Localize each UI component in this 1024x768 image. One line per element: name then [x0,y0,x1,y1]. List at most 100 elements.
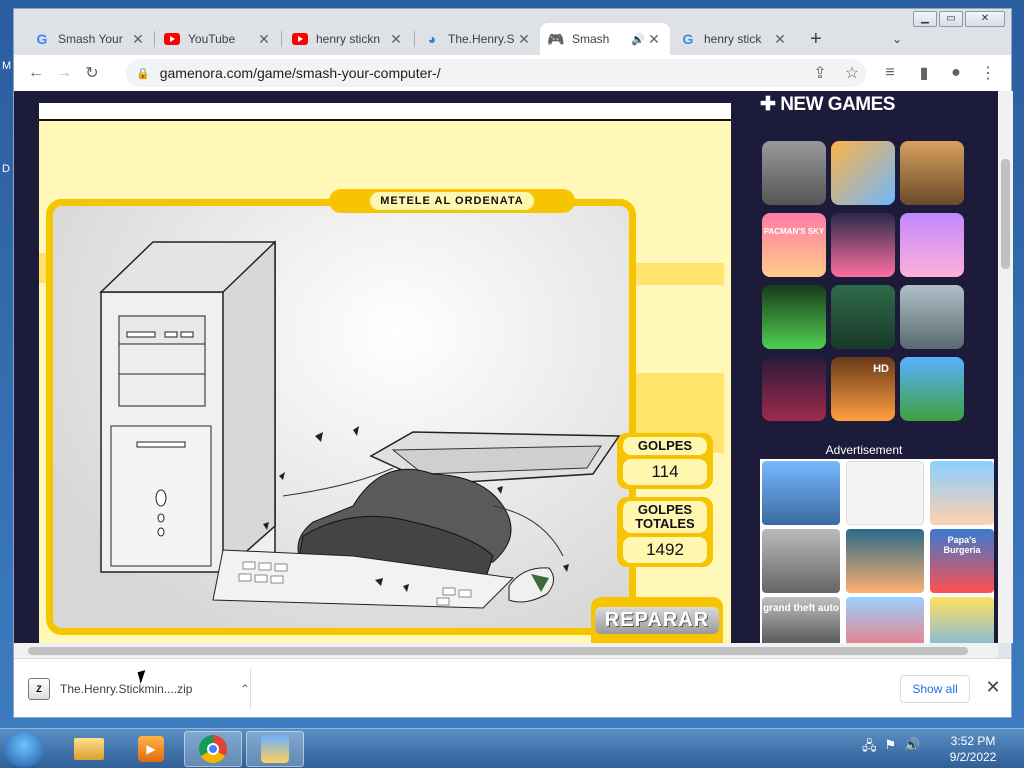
plus-icon: ✚ [760,94,776,115]
ad-tile[interactable] [846,461,924,525]
tab-divider [281,31,282,47]
advertisement-area[interactable]: ▷ Papa's Burgeria grand theft auto [760,459,994,643]
show-all-button[interactable]: Show all [900,675,970,703]
menu-kebab-icon[interactable]: ⋮ [974,59,1002,87]
speaker-icon[interactable]: 🔊 [630,33,646,46]
network-icon[interactable]: 🖧 [862,737,877,759]
flag-icon[interactable]: ⚑ [885,737,897,759]
tab-title: Smash [572,32,610,46]
new-tab-button[interactable]: + [802,23,830,55]
tab-henry-stick-google[interactable]: G henry stick ✕ [672,23,796,55]
tab-close-icon[interactable]: ✕ [646,31,662,48]
close-download-bar-icon[interactable]: ✕ [982,677,1004,699]
ad-tile[interactable] [762,529,840,593]
profile-avatar-icon[interactable]: ● [942,59,970,87]
tab-henry-stickmin-youtube[interactable]: henry stickn ✕ [284,23,412,55]
minimize-button[interactable]: ▁ [913,11,937,27]
chrome-taskbar-icon[interactable] [184,731,242,767]
page-viewport: METELE AL ORDENATA GOLPES 114 GOLPES TOT… [14,91,998,643]
repair-button[interactable]: REPARAR [591,597,723,643]
taskbar: ▶ 🖧 ⚑ 🔊 3:52 PM 9/2/2022 [0,728,1024,768]
tab-close-icon[interactable]: ✕ [772,31,788,48]
vertical-scrollbar[interactable] [998,91,1013,643]
game-thumbnail[interactable] [900,357,964,421]
tab-the-henry[interactable]: ◕ The.Henry.S ✕ [416,23,540,55]
vertical-scroll-thumb[interactable] [1001,159,1010,269]
google-icon: G [36,31,48,47]
edge-icon: ◕ [427,31,437,47]
side-panel-icon[interactable]: ▮ [910,59,938,87]
game-stage[interactable] [46,199,636,635]
maximize-button[interactable]: ▭ [939,11,963,27]
desktop-icon-label: M [2,60,12,72]
hits-label: GOLPES [623,437,707,455]
clock-time: 3:52 PM [950,734,996,748]
game-thumbnail[interactable] [762,357,826,421]
back-button[interactable]: ← [22,59,50,87]
ad-tile[interactable]: Papa's Burgeria [930,529,994,593]
tab-smash-your[interactable]: G Smash Your ✕ [26,23,154,55]
clock-date: 9/2/2022 [949,750,997,764]
tab-divider [414,31,415,47]
game-thumbnail[interactable] [900,285,964,349]
media-player-icon[interactable]: ▶ [122,731,180,767]
tab-title: Smash Your [58,32,123,46]
chevron-up-icon[interactable]: ⌃ [240,682,250,696]
new-games-title: NEW GAMES [780,94,895,115]
total-hits-counter: GOLPES TOTALES 1492 [617,497,713,567]
download-bar: Z The.Henry.Stickmin....zip ⌃ Show all ✕ [14,658,1011,717]
game-thumbnail[interactable] [831,213,895,277]
decor-stripe [39,253,46,283]
game-thumbnail[interactable] [831,141,895,205]
ad-tile[interactable] [762,461,840,525]
ad-tile[interactable] [930,597,994,643]
ad-tile[interactable]: grand theft auto [762,597,840,643]
volume-icon[interactable]: 🔊 [904,737,920,759]
forward-button[interactable]: → [50,59,78,87]
tab-smash-active[interactable]: 🎮 Smash 🔊 ✕ [540,23,670,55]
tab-strip: ▁ ▭ ✕ G Smash Your ✕ YouTube ✕ henry sti… [14,9,1011,55]
tab-close-icon[interactable]: ✕ [130,31,146,48]
control-panel-icon[interactable] [246,731,304,767]
decor-stripe [636,263,724,285]
youtube-icon [164,31,180,47]
horizontal-scrollbar[interactable] [14,643,998,658]
tab-title: henry stickn [316,32,381,46]
bookmark-star-icon[interactable]: ☆ [838,59,866,87]
game-thumbnail[interactable] [762,285,826,349]
new-games-sidebar: ✚ NEW GAMES PACMAN'S SKY HD Advertisemen… [742,91,998,643]
address-bar[interactable]: 🔒 gamenora.com/game/smash-your-computer-… [126,59,866,87]
game-thumbnail[interactable] [900,213,964,277]
lock-icon: 🔒 [136,67,150,80]
tab-youtube[interactable]: YouTube ✕ [156,23,280,55]
reload-button[interactable]: ↻ [78,59,106,87]
horizontal-scroll-thumb[interactable] [28,647,968,655]
window-controls: ▁ ▭ ✕ [913,11,1005,27]
ad-tile[interactable] [846,597,924,643]
game-thumbnail[interactable] [900,141,964,205]
game-thumbnail[interactable]: PACMAN'S SKY [762,213,826,277]
game-thumbnail[interactable] [831,285,895,349]
file-explorer-icon[interactable] [60,731,118,767]
tab-title: The.Henry.S [448,32,515,46]
taskbar-clock[interactable]: 3:52 PM 9/2/2022 [936,733,1010,765]
game-frame: METELE AL ORDENATA GOLPES 114 GOLPES TOT… [39,103,731,643]
share-icon[interactable]: ⇪ [806,59,834,87]
youtube-icon [292,31,308,47]
close-window-button[interactable]: ✕ [965,11,1005,27]
tab-close-icon[interactable]: ✕ [516,31,532,48]
ad-tile[interactable] [930,461,994,525]
game-thumbnail[interactable] [762,141,826,205]
tab-close-icon[interactable]: ✕ [388,31,404,48]
tab-search-chevron-icon[interactable]: ⌄ [884,23,912,55]
media-control-icon[interactable]: ≡ [876,59,904,87]
smashed-computer-illustration [99,240,621,609]
game-title-banner: METELE AL ORDENATA [329,189,575,213]
start-button[interactable] [4,731,44,767]
tab-close-icon[interactable]: ✕ [256,31,272,48]
hits-counter: GOLPES 114 [617,433,713,489]
ad-tile[interactable] [846,529,924,593]
hits-value: 114 [623,459,707,485]
game-thumbnail[interactable]: HD [831,357,895,421]
google-icon: G [682,31,694,47]
